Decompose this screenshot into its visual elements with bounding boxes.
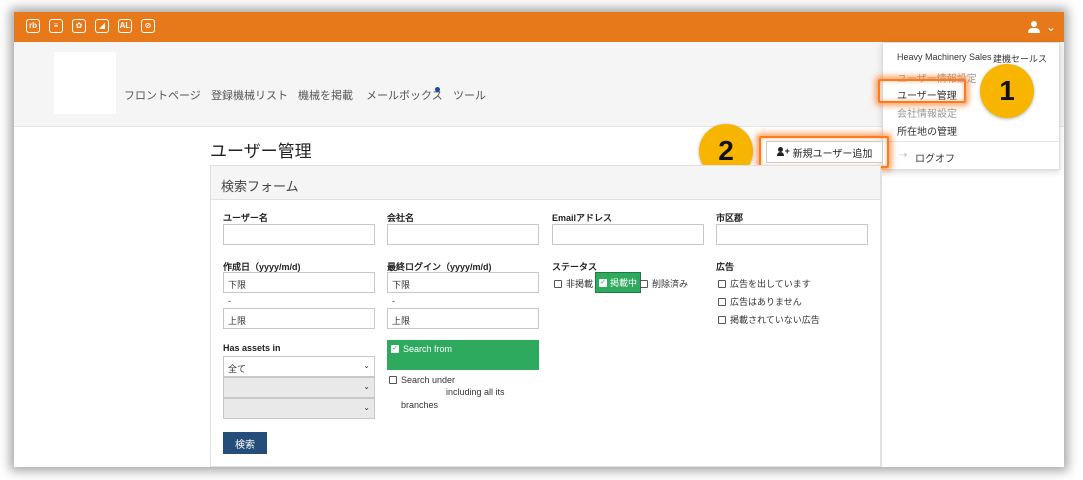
user-plus-icon: + (776, 147, 790, 157)
status-unpublished-label: 非掲載 (566, 279, 594, 289)
chevron-down-icon: ⌄ (1045, 20, 1056, 34)
user-menu-button[interactable]: ⌄ (1027, 18, 1056, 36)
checkbox-icon (718, 297, 726, 306)
company-logo[interactable] (54, 52, 116, 114)
user-icon (1027, 21, 1040, 33)
top-bar: rb ≡ ✿ ◢ AL ⊘ ⌄ (14, 12, 1064, 42)
ad-unpublished-checkbox[interactable]: 掲載されていない広告 (718, 313, 820, 326)
company-label: 会社名 (387, 213, 415, 223)
nav-tools[interactable]: ツール (453, 87, 486, 103)
ad-label: 広告 (716, 262, 735, 272)
nav-post-machine[interactable]: 機械を掲載 (298, 87, 353, 103)
dropdown-logout[interactable]: ログオフ (915, 150, 955, 165)
dropdown-company-settings[interactable]: 会社情報設定 (897, 105, 957, 120)
search-under-label: Search under (401, 375, 456, 385)
mailbox-unread-dot (435, 87, 440, 92)
add-new-user-button[interactable]: + 新規ユーザー追加 (766, 141, 883, 163)
search-form-header: 検索フォーム (211, 166, 880, 200)
user-dropdown-menu: Heavy Machinery Sales 建機セールス ユーザー情報設定 ユー… (882, 42, 1060, 170)
nav-registered-machines[interactable]: 登録機械リスト (211, 87, 288, 103)
created-lower-input[interactable]: 下限 (223, 272, 375, 293)
checkbox-icon (389, 376, 397, 384)
search-form-title: 検索フォーム (221, 179, 299, 194)
search-under-branches-text: branches (401, 400, 439, 410)
status-label: ステータス (552, 262, 598, 272)
assets-selected-value: 全て (228, 364, 247, 374)
city-label: 市区郡 (716, 213, 744, 223)
status-deleted-label: 削除済み (652, 279, 689, 289)
username-label: ユーザー名 (223, 213, 268, 223)
dropdown-user-settings[interactable]: ユーザー情報設定 (897, 70, 977, 85)
search-button[interactable]: 検索 (223, 432, 267, 454)
checkmark-icon: ✓ (599, 278, 607, 287)
dropdown-divider (883, 141, 1059, 142)
username-input[interactable] (223, 224, 375, 245)
app-window: rb ≡ ✿ ◢ AL ⊘ ⌄ フロントページ 登録機械リスト 機械を掲載 メー… (14, 12, 1064, 467)
ad-none-checkbox[interactable]: 広告はありません (718, 295, 802, 308)
dropdown-user-name: 建機セールス (993, 54, 1048, 64)
search-from-option[interactable]: ✓ Search from (387, 340, 539, 370)
last-login-lower-input[interactable]: 下限 (387, 272, 539, 293)
nav-mailbox[interactable]: メールボックス (366, 87, 443, 103)
checkbox-icon (718, 279, 726, 288)
dropdown-user-management[interactable]: ユーザー管理 (897, 87, 957, 102)
created-range-separator: - (228, 296, 231, 306)
chevron-down-icon: ⌄ (363, 361, 370, 370)
gear-app-icon[interactable]: ✿ (72, 19, 86, 33)
checkbox-icon (718, 315, 726, 324)
chart-app-icon[interactable]: ◢ (95, 19, 109, 33)
rb-app-icon[interactable]: rb (26, 19, 40, 33)
ad-running-checkbox[interactable]: 広告を出しています (718, 277, 811, 290)
status-deleted-checkbox[interactable]: 削除済み (640, 277, 688, 290)
status-published-label: 掲載中 (610, 278, 638, 288)
checkbox-icon (640, 279, 648, 288)
page-title: ユーザー管理 (210, 142, 312, 161)
checkmark-icon: ✓ (391, 345, 399, 353)
chevron-down-icon: ⌄ (363, 382, 370, 391)
tag-app-icon[interactable]: ⊘ (141, 19, 155, 33)
created-upper-input[interactable]: 上限 (223, 308, 375, 329)
al-app-icon[interactable]: AL (118, 19, 132, 33)
ad-none-label: 広告はありません (730, 297, 802, 307)
search-under-checkbox[interactable]: Search under (389, 375, 455, 385)
status-unpublished-checkbox[interactable]: 非掲載 (554, 277, 593, 290)
ad-unpublished-label: 掲載されていない広告 (730, 315, 820, 325)
assets-select-2[interactable]: ⌄ (223, 377, 375, 398)
search-under-including-text: including all its (446, 387, 505, 397)
status-published-checkbox[interactable]: ✓ 掲載中 (595, 272, 642, 293)
checkbox-icon (554, 279, 562, 288)
assets-select-1[interactable]: 全て ⌄ (223, 356, 375, 377)
assets-select-3[interactable]: ⌄ (223, 398, 375, 419)
chevron-down-icon: ⌄ (363, 403, 370, 412)
logout-icon: ⇢ (899, 150, 908, 161)
email-input[interactable] (552, 224, 704, 245)
search-from-label: Search from (403, 344, 453, 354)
last-login-range-separator: - (392, 296, 395, 306)
mmm-app-icon[interactable]: ≡ (49, 19, 63, 33)
nav-front-page[interactable]: フロントページ (124, 87, 201, 103)
dropdown-location-management[interactable]: 所在地の管理 (897, 123, 957, 138)
add-new-user-label: 新規ユーザー追加 (792, 148, 873, 160)
step-badge-1: 1 (980, 64, 1034, 118)
assets-label: Has assets in (223, 343, 281, 353)
last-login-upper-input[interactable]: 上限 (387, 308, 539, 329)
ad-running-label: 広告を出しています (730, 279, 811, 289)
company-input[interactable] (387, 224, 539, 245)
city-input[interactable] (716, 224, 868, 245)
dropdown-company-name: Heavy Machinery Sales (897, 52, 992, 62)
email-label: Emailアドレス (552, 213, 613, 223)
content-divider (881, 170, 882, 467)
